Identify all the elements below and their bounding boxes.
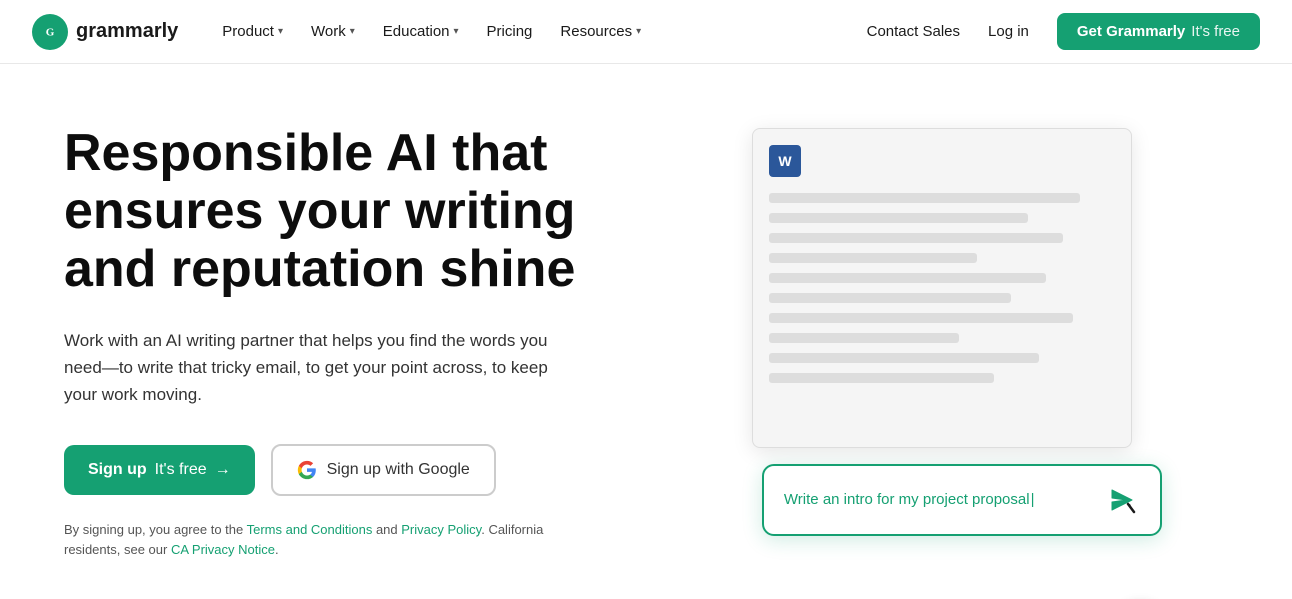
doc-line <box>769 213 1029 223</box>
hero-headline: Responsible AI that ensures your writing… <box>64 124 669 299</box>
terms-and: and <box>372 522 401 537</box>
chevron-down-icon: ▾ <box>636 26 641 37</box>
privacy-link[interactable]: Privacy Policy <box>401 522 481 537</box>
terms-link[interactable]: Terms and Conditions <box>247 522 373 537</box>
hero-buttons: Sign up It's free → Sign up with Google <box>64 444 669 496</box>
nav-link-education-label: Education <box>383 23 450 40</box>
nav-links: Product ▾ Work ▾ Education ▾ Pricing Res… <box>210 15 653 48</box>
google-icon <box>297 460 317 480</box>
send-icon <box>1108 486 1136 514</box>
signup-button[interactable]: Sign up It's free → <box>64 445 255 495</box>
signup-free-label: It's free <box>155 461 207 479</box>
prompt-text: Write an intro for my project proposal| <box>784 491 1035 508</box>
nav-link-pricing-label: Pricing <box>487 23 533 40</box>
document-preview: W <box>752 128 1132 448</box>
get-grammarly-button[interactable]: Get Grammarly It's free <box>1057 13 1260 50</box>
doc-line <box>769 313 1073 323</box>
terms-end: . <box>275 542 279 557</box>
send-button[interactable] <box>1104 482 1140 518</box>
chevron-down-icon: ▾ <box>278 26 283 37</box>
nav-link-education[interactable]: Education ▾ <box>371 15 471 48</box>
demo-container: W Write an intro for my proje <box>752 128 1172 556</box>
terms-prefix: By signing up, you agree to the <box>64 522 247 537</box>
chevron-down-icon: ▾ <box>454 26 459 37</box>
arrow-right-icon: → <box>215 461 231 479</box>
svg-text:G: G <box>46 26 55 38</box>
get-grammarly-label: Get Grammarly <box>1077 23 1185 40</box>
google-signup-button[interactable]: Sign up with Google <box>271 444 496 496</box>
chevron-down-icon: ▾ <box>350 26 355 37</box>
word-icon: W <box>769 145 801 177</box>
nav-logo[interactable]: G grammarly <box>32 14 178 50</box>
nav-right: Contact Sales Log in Get Grammarly It's … <box>867 13 1260 50</box>
doc-line <box>769 333 959 343</box>
doc-line <box>769 193 1080 203</box>
nav-logo-text: grammarly <box>76 20 178 43</box>
get-grammarly-free-label: It's free <box>1191 23 1240 40</box>
google-signup-label: Sign up with Google <box>327 461 470 479</box>
hero-subtext: Work with an AI writing partner that hel… <box>64 327 584 409</box>
ai-prompt-box: Write an intro for my project proposal| <box>762 464 1162 536</box>
contact-sales-link[interactable]: Contact Sales <box>867 23 960 40</box>
doc-line <box>769 293 1011 303</box>
nav-link-product[interactable]: Product ▾ <box>210 15 295 48</box>
nav-link-resources-label: Resources <box>560 23 632 40</box>
hero-left: Responsible AI that ensures your writing… <box>64 124 669 559</box>
login-link[interactable]: Log in <box>976 15 1041 48</box>
doc-line <box>769 233 1063 243</box>
doc-line <box>769 253 977 263</box>
nav-link-work[interactable]: Work ▾ <box>299 15 367 48</box>
nav-left: G grammarly Product ▾ Work ▾ Education ▾… <box>32 14 653 50</box>
ca-privacy-link[interactable]: CA Privacy Notice <box>171 542 275 557</box>
navbar: G grammarly Product ▾ Work ▾ Education ▾… <box>0 0 1292 64</box>
grammarly-logo-icon: G <box>32 14 68 50</box>
terms-text: By signing up, you agree to the Terms an… <box>64 520 584 559</box>
nav-link-product-label: Product <box>222 23 274 40</box>
document-lines <box>769 193 1115 383</box>
hero-right: W Write an intro for my proje <box>716 128 1228 556</box>
doc-line <box>769 373 994 383</box>
doc-line <box>769 353 1039 363</box>
signup-label: Sign up <box>88 461 147 479</box>
nav-link-resources[interactable]: Resources ▾ <box>548 15 653 48</box>
nav-link-pricing[interactable]: Pricing <box>475 15 545 48</box>
hero-section: Responsible AI that ensures your writing… <box>0 64 1292 599</box>
doc-line <box>769 273 1046 283</box>
nav-link-work-label: Work <box>311 23 346 40</box>
text-cursor: | <box>1031 491 1035 508</box>
